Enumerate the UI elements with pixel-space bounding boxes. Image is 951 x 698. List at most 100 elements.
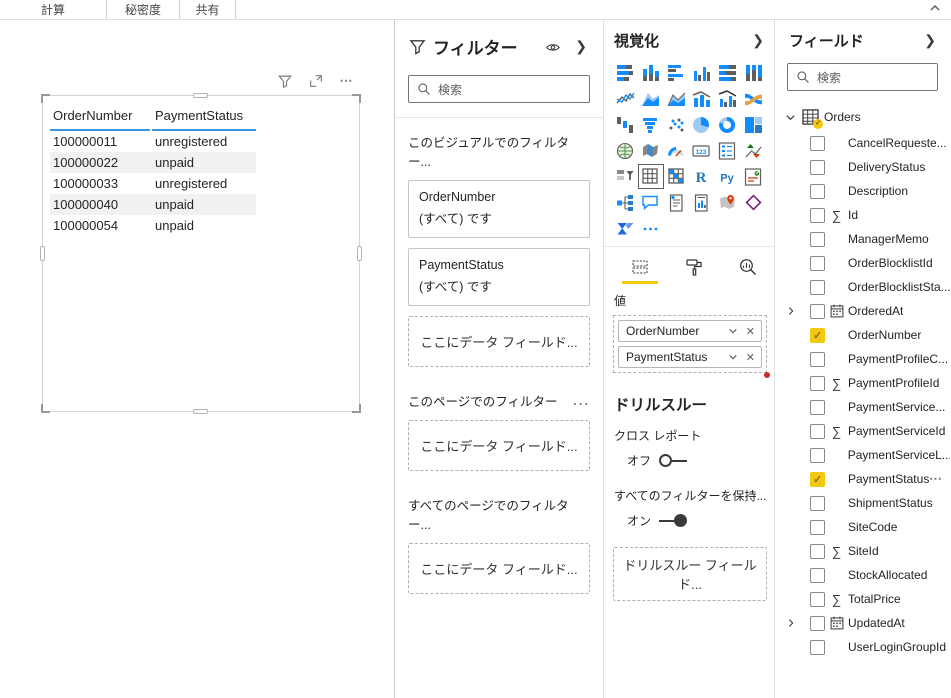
clustered-column-chart-icon[interactable] <box>690 61 714 84</box>
field-checkbox[interactable] <box>810 399 825 415</box>
map-icon[interactable] <box>613 139 637 162</box>
field-checkbox[interactable] <box>810 183 825 199</box>
field-checkbox[interactable] <box>810 591 825 607</box>
donut-chart-icon[interactable] <box>716 113 740 136</box>
field-checkbox[interactable] <box>809 279 825 295</box>
column-header[interactable]: PaymentStatus <box>152 103 256 131</box>
table-row[interactable]: 100000011 unregistered <box>50 131 256 152</box>
field-item-managermemo[interactable]: ManagerMemo <box>785 227 950 251</box>
filter-card-ordernumber[interactable]: OrderNumber (すべて) です <box>408 180 590 238</box>
resize-handle[interactable] <box>41 94 50 103</box>
field-checkbox[interactable] <box>810 135 825 151</box>
q-and-a-icon[interactable] <box>639 191 663 214</box>
table-node-orders[interactable]: ✓ Orders <box>785 105 950 129</box>
field-checkbox[interactable] <box>810 255 825 271</box>
field-item-orderblocklistid[interactable]: OrderBlocklistId <box>785 251 950 275</box>
card-icon[interactable]: 123 <box>690 139 714 162</box>
collapse-pane-chevron-right-icon[interactable]: ❯ <box>750 32 766 49</box>
field-item-userlogingroupid[interactable]: UserLoginGroupId <box>785 635 950 659</box>
field-item-paymentservicel[interactable]: PaymentServiceL... <box>785 443 950 467</box>
line-and-stacked-column-chart-icon[interactable] <box>690 87 714 110</box>
field-item-totalprice[interactable]: ∑ TotalPrice <box>785 587 950 611</box>
arcgis-map-icon[interactable] <box>716 191 740 214</box>
field-checkbox[interactable] <box>810 639 825 655</box>
field-checkbox[interactable] <box>810 351 825 367</box>
field-item-updatedat[interactable]: UpdatedAt <box>785 611 950 635</box>
ribbon-tab-calculation[interactable]: 計算 <box>0 0 107 19</box>
keep-filters-toggle[interactable] <box>659 514 688 527</box>
field-checkbox[interactable] <box>810 375 825 391</box>
r-script-visual-icon[interactable]: R <box>690 165 714 188</box>
table-row[interactable]: 100000054 unpaid <box>50 215 256 236</box>
clustered-bar-chart-icon[interactable] <box>664 61 688 84</box>
field-checkbox[interactable] <box>810 159 825 175</box>
analytics-tab[interactable] <box>730 257 766 284</box>
chevron-down-icon[interactable] <box>724 352 742 362</box>
drillthrough-drop-zone[interactable]: ドリルスルー フィールド... <box>613 547 767 601</box>
field-item-stockallocated[interactable]: StockAllocated <box>785 563 950 587</box>
chevron-down-icon[interactable] <box>785 112 797 123</box>
line-chart-icon[interactable] <box>613 87 637 110</box>
resize-handle[interactable] <box>352 94 361 103</box>
report-canvas[interactable]: ⋯ OrderNumber PaymentStatus 100000011 unr… <box>0 20 395 698</box>
field-item-cancelrequeste[interactable]: CancelRequeste... <box>785 131 950 155</box>
stacked-column-chart-icon[interactable] <box>639 61 663 84</box>
line-and-clustered-column-chart-icon[interactable] <box>716 87 740 110</box>
matrix-icon[interactable] <box>664 165 688 188</box>
power-apps-icon[interactable] <box>741 191 765 214</box>
field-checkbox[interactable] <box>810 519 825 535</box>
resize-handle[interactable] <box>352 404 361 413</box>
expand-chevron-right-icon[interactable] <box>785 618 799 628</box>
remove-field-icon[interactable]: ✕ <box>742 325 759 338</box>
ribbon-tab-share[interactable]: 共有 <box>180 0 236 19</box>
more-options-icon[interactable]: ⋯ <box>929 471 950 487</box>
focus-mode-icon[interactable] <box>307 72 325 90</box>
chevron-up-icon[interactable] <box>929 2 941 14</box>
area-chart-icon[interactable] <box>639 87 663 110</box>
field-checkbox[interactable] <box>810 423 825 439</box>
field-item-orderedat[interactable]: OrderedAt <box>785 299 950 323</box>
field-item-paymentserviceid[interactable]: ∑ PaymentServiceId <box>785 419 950 443</box>
filters-search-input[interactable]: 検索 <box>408 75 590 103</box>
filled-map-icon[interactable] <box>639 139 663 162</box>
100-stacked-bar-chart-icon[interactable] <box>716 61 740 84</box>
kpi-icon[interactable] <box>741 139 765 162</box>
100-stacked-column-chart-icon[interactable] <box>741 61 765 84</box>
filter-card-paymentstatus[interactable]: PaymentStatus (すべて) です <box>408 248 590 306</box>
cross-report-toggle[interactable] <box>659 454 688 467</box>
fields-tab[interactable] <box>622 257 658 284</box>
remove-field-icon[interactable]: ✕ <box>742 351 759 364</box>
multi-row-card-icon[interactable] <box>716 139 740 162</box>
field-well-paymentstatus[interactable]: PaymentStatus ✕ <box>618 346 762 368</box>
ribbon-tab-sensitivity[interactable]: 秘密度 <box>107 0 180 19</box>
field-item-paymentstatus[interactable]: PaymentStatus⋯ <box>785 467 950 491</box>
fields-search-input[interactable]: 検索 <box>787 63 938 91</box>
field-item-paymentprofileid[interactable]: ∑ PaymentProfileId <box>785 371 950 395</box>
field-item-ordernumber[interactable]: OrderNumber <box>785 323 950 347</box>
field-item-paymentprofilec[interactable]: PaymentProfileC... <box>785 347 950 371</box>
resize-handle[interactable] <box>41 404 50 413</box>
table-row[interactable]: 100000022 unpaid <box>50 152 256 173</box>
table-row[interactable]: 100000040 unpaid <box>50 194 256 215</box>
field-checkbox[interactable] <box>810 303 825 319</box>
field-item-shipmentstatus[interactable]: ShipmentStatus <box>785 491 950 515</box>
field-item-sitecode[interactable]: SiteCode <box>785 515 950 539</box>
decomposition-tree-icon[interactable] <box>613 191 637 214</box>
field-checkbox[interactable] <box>810 231 825 247</box>
field-item-paymentservice[interactable]: PaymentService... <box>785 395 950 419</box>
field-item-siteid[interactable]: ∑ SiteId <box>785 539 950 563</box>
stacked-bar-chart-icon[interactable] <box>613 61 637 84</box>
field-checkbox[interactable] <box>810 207 825 223</box>
format-tab[interactable] <box>676 257 712 284</box>
field-item-orderblockliststa[interactable]: OrderBlocklistSta... <box>785 275 950 299</box>
table-visual[interactable]: ⋯ OrderNumber PaymentStatus 100000011 unr… <box>40 73 362 414</box>
filter-icon[interactable] <box>276 72 294 90</box>
field-well-ordernumber[interactable]: OrderNumber ✕ <box>618 320 762 342</box>
collapse-pane-chevron-right-icon[interactable]: ❯ <box>573 38 589 55</box>
resize-handle[interactable] <box>40 245 45 261</box>
field-item-id[interactable]: ∑ Id <box>785 203 950 227</box>
field-item-deliverystatus[interactable]: DeliveryStatus <box>785 155 950 179</box>
slicer-icon[interactable] <box>613 165 637 188</box>
eye-icon[interactable] <box>545 39 561 55</box>
resize-handle[interactable] <box>193 409 208 414</box>
